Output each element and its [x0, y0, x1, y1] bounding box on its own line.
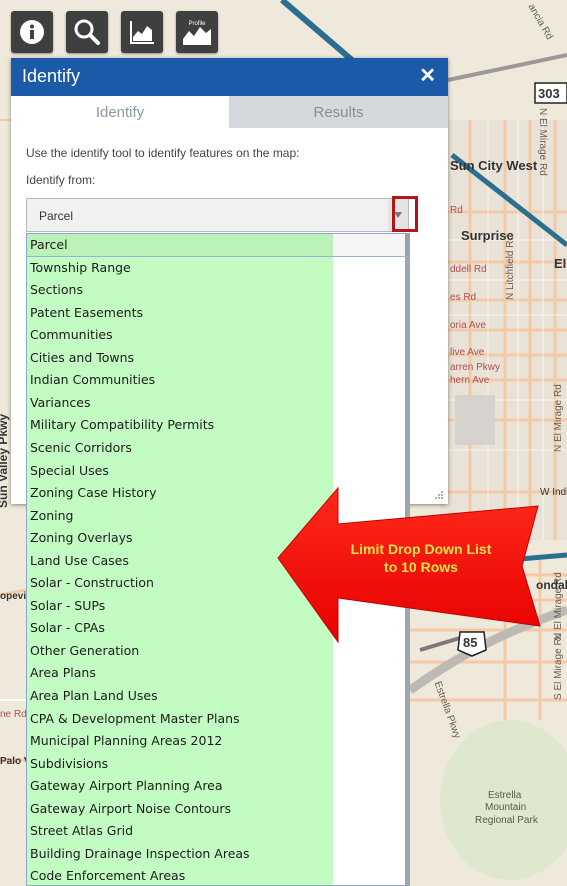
- chart-tool-button[interactable]: [121, 11, 163, 53]
- dropdown-option-label: Code Enforcement Areas: [30, 868, 186, 884]
- panel-header: Identify ✕: [11, 58, 448, 96]
- dropdown-option[interactable]: Municipal Planning Areas 2012: [27, 730, 409, 753]
- dropdown-option-label: Township Range: [30, 259, 131, 275]
- map-label-s-el-mirage: S El Mirage Rd: [553, 632, 564, 700]
- map-label-ne-rd: ne Rd: [0, 709, 27, 720]
- dropdown-option[interactable]: Parcel: [27, 234, 409, 257]
- dropdown-option[interactable]: Patent Easements: [27, 302, 409, 325]
- dropdown-option-label: Subdivisions: [30, 755, 109, 771]
- area-chart-icon: [130, 21, 154, 44]
- dropdown-option[interactable]: Cities and Towns: [27, 347, 409, 370]
- profile-icon-label: Profile: [188, 21, 206, 27]
- dropdown-option-label: Area Plan Land Uses: [30, 688, 158, 703]
- close-icon[interactable]: ✕: [419, 65, 436, 87]
- map-label-el-cut: El: [554, 256, 567, 271]
- dropdown-option-label: Communities: [30, 327, 113, 343]
- dropdown-option[interactable]: Area Plans: [27, 662, 409, 685]
- map-label-sun-valley-pkwy: Sun Valley Pkwy: [0, 413, 10, 508]
- dropdown-option[interactable]: Communities: [27, 324, 409, 347]
- dropdown-option-label: Solar - CPAs: [30, 620, 105, 636]
- dropdown-option-label: Street Atlas Grid: [30, 823, 134, 839]
- dropdown-option-label: Solar - Construction: [30, 575, 154, 591]
- map-label-estrella-2: Mountain: [485, 802, 527, 813]
- dropdown-option-label: Zoning Case History: [30, 485, 157, 501]
- dropdown-option[interactable]: Military Compatibility Permits: [27, 414, 409, 437]
- dropdown-option[interactable]: Indian Communities: [27, 369, 409, 392]
- annotation-text-line1: Limit Drop Down List: [350, 541, 492, 557]
- dropdown-option-label: Parcel: [30, 237, 68, 252]
- route-303-label: 303: [538, 86, 560, 101]
- magnifier-icon: [74, 19, 100, 45]
- dropdown-option-label: Indian Communities: [30, 372, 156, 388]
- dropdown-option-label: Cities and Towns: [30, 349, 135, 365]
- panel-title: Identify: [22, 66, 81, 86]
- map-label-n-el-mirage-mid: N El Mirage Rd: [553, 384, 564, 452]
- tab-results[interactable]: Results: [229, 96, 448, 128]
- map-label-sun-city-west: Sun City West: [450, 158, 538, 173]
- dropdown-option-label: Area Plans: [30, 665, 96, 681]
- identify-from-select[interactable]: Parcel: [26, 198, 409, 232]
- dropdown-option-label: Military Compatibility Permits: [30, 417, 215, 433]
- dropdown-option[interactable]: Special Uses: [27, 460, 409, 483]
- dropdown-option-label: Scenic Corridors: [30, 439, 132, 455]
- dropdown-option[interactable]: Township Range: [27, 257, 409, 280]
- dropdown-option[interactable]: Scenic Corridors: [27, 437, 409, 460]
- map-label-oria-ave: oria Ave: [450, 320, 486, 331]
- dropdown-option-label: Special Uses: [30, 462, 109, 478]
- map-label-n-el-mirage-top: N El Mirage Rd: [537, 108, 548, 176]
- info-icon: [20, 20, 44, 44]
- dropdown-option-label: Gateway Airport Noise Contours: [30, 800, 232, 816]
- search-tool-button[interactable]: [66, 11, 108, 53]
- map-label-arren-pkwy: arren Pkwy: [450, 362, 501, 373]
- dropdown-option-label: Other Generation: [30, 642, 140, 658]
- dropdown-option-label: Municipal Planning Areas 2012: [30, 733, 223, 749]
- dropdown-option[interactable]: Variances: [27, 392, 409, 415]
- dropdown-option-label: Zoning: [30, 507, 74, 523]
- dropdown-option-label: Sections: [30, 282, 83, 298]
- dropdown-option[interactable]: Subdivisions: [27, 753, 409, 776]
- dropdown-option[interactable]: Sections: [27, 279, 409, 302]
- map-label-opevi: opevi: [0, 591, 27, 602]
- dropdown-option-label: Variances: [30, 394, 91, 410]
- map-label-estrella-1: Estrella: [488, 790, 522, 801]
- dropdown-option-label: Building Drainage Inspection Areas: [30, 845, 250, 861]
- map-label-live-ave: live Ave: [450, 347, 485, 358]
- dropdown-option[interactable]: CPA & Development Master Plans: [27, 708, 409, 731]
- panel-tabs: Identify Results: [11, 96, 448, 128]
- annotation-text: Limit Drop Down List to 10 Rows: [338, 540, 504, 576]
- map-label-es-rd: es Rd: [450, 292, 477, 303]
- dropdown-option-label: Solar - SUPs: [30, 597, 106, 613]
- dropdown-option[interactable]: Gateway Airport Noise Contours: [27, 798, 409, 821]
- dropdown-option[interactable]: Street Atlas Grid: [27, 820, 409, 843]
- select-value: Parcel: [39, 209, 74, 223]
- identify-from-label: Identify from:: [26, 173, 96, 187]
- annotation-highlight-box: [392, 196, 418, 232]
- map-label-estrella-3: Regional Park: [475, 815, 538, 826]
- tab-identify[interactable]: Identify: [11, 96, 229, 128]
- dropdown-option-label: Zoning Overlays: [30, 530, 133, 546]
- annotation-text-line2: to 10 Rows: [384, 559, 458, 575]
- dropdown-option-label: Gateway Airport Planning Area: [30, 778, 223, 794]
- dropdown-option-label: Patent Easements: [30, 304, 143, 320]
- intro-text: Use the identify tool to identify featur…: [26, 146, 300, 160]
- dropdown-option[interactable]: Gateway Airport Planning Area: [27, 775, 409, 798]
- map-label-ddell-rd: ddell Rd: [450, 264, 487, 275]
- dropdown-option[interactable]: Building Drainage Inspection Areas: [27, 843, 409, 866]
- dropdown-option[interactable]: Code Enforcement Areas: [27, 865, 409, 885]
- dropdown-option-label: CPA & Development Master Plans: [30, 710, 240, 726]
- map-label-n-litchfield: N Litchfield Rd: [505, 234, 516, 300]
- map-label-hern-ave: hern Ave: [450, 375, 490, 386]
- info-tool-button[interactable]: [11, 11, 53, 53]
- elevation-profile-icon: Profile: [183, 21, 211, 45]
- map-label-rd: Rd: [450, 205, 463, 216]
- profile-tool-button[interactable]: Profile: [176, 11, 218, 53]
- dropdown-option[interactable]: Area Plan Land Uses: [27, 685, 409, 708]
- dropdown-option-label: Land Use Cases: [30, 552, 129, 568]
